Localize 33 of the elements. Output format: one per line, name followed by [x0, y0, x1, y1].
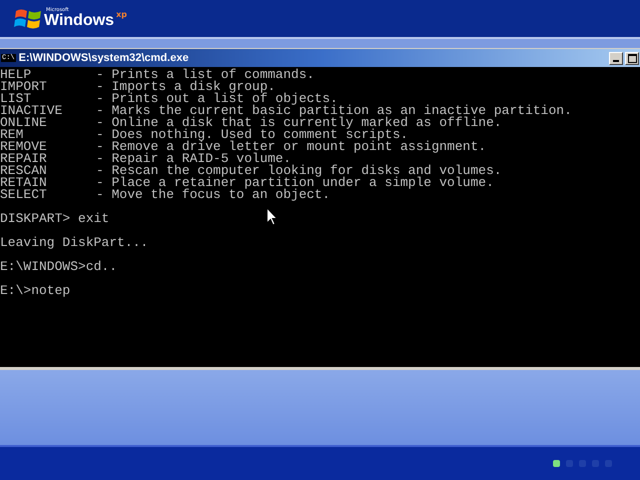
command-description: - Online a disk that is currently marked as offline. [96, 117, 502, 129]
window-title: E:\WINDOWS\system32\cmd.exe [18, 52, 190, 64]
command-description: - Rescan the computer looking for disks and volumes. [96, 165, 502, 177]
command-name: REM [0, 129, 24, 141]
command-name: RETAIN [0, 177, 48, 189]
command-description: - Prints a list of commands. [96, 69, 314, 81]
command-description: - Does nothing. Used to comment scripts. [96, 129, 408, 141]
command-description: - Imports a disk group. [96, 81, 276, 93]
command-name: ONLINE [0, 117, 48, 129]
command-description: - Marks the current basic partition as an inactive partition. [96, 105, 572, 117]
maximize-button[interactable] [625, 52, 639, 64]
command-name: SELECT [0, 189, 48, 201]
console-line: E:\>notep [0, 285, 70, 297]
command-description: - Place a retainer partition under a simple volume. [96, 177, 494, 189]
command-name: REMOVE [0, 141, 48, 153]
command-name: IMPORT [0, 81, 48, 93]
logo-edition: xp [116, 10, 127, 18]
mouse-pointer-icon [266, 207, 278, 226]
command-description: - Repair a RAID-5 volume. [96, 153, 292, 165]
flag-icon [14, 6, 42, 30]
command-name: LIST [0, 93, 32, 105]
command-name: HELP [0, 69, 32, 81]
minimize-button[interactable] [609, 52, 623, 64]
logo-wordmark: Windows [44, 13, 114, 29]
command-name: REPAIR [0, 153, 48, 165]
command-description: - Remove a drive letter or mount point assignment. [96, 141, 486, 153]
command-description: - Prints out a list of objects. [96, 93, 338, 105]
command-name: INACTIVE [0, 105, 64, 117]
console-line: Leaving DiskPart... [0, 237, 148, 249]
command-description: - Move the focus to an object. [96, 189, 330, 201]
command-name: RESCAN [0, 165, 48, 177]
console-line: E:\WINDOWS>cd.. [0, 261, 118, 273]
console-line: DISKPART> exit [0, 213, 110, 225]
